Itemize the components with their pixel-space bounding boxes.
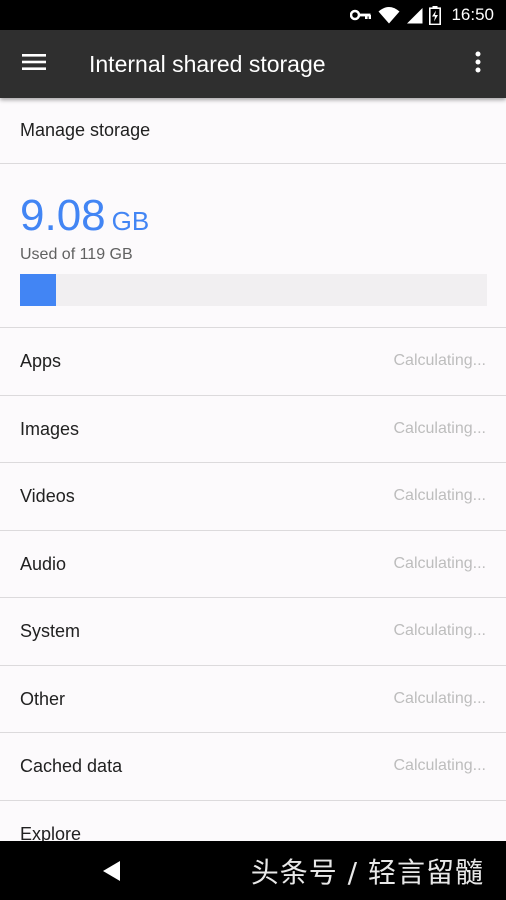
back-button[interactable] <box>100 859 124 883</box>
wifi-icon <box>378 6 400 24</box>
page-title: Internal shared storage <box>89 51 326 77</box>
category-label: Cached data <box>20 756 123 776</box>
used-amount: 9.08 GB <box>20 192 149 245</box>
category-status: Calculating... <box>393 622 487 639</box>
category-label: System <box>20 621 81 641</box>
status-bar: 16:50 <box>0 0 506 30</box>
category-videos[interactable]: Videos Calculating... <box>0 463 506 531</box>
storage-content[interactable]: Manage storage 9.08 GB Used of 119 GB App… <box>0 98 506 841</box>
used-caption: Used of 119 GB <box>20 246 133 263</box>
back-icon <box>100 861 124 887</box>
category-other[interactable]: Other Calculating... <box>0 666 506 733</box>
category-status: Calculating... <box>393 554 487 572</box>
cell-signal-icon <box>406 7 423 24</box>
category-explore[interactable]: Explore <box>0 801 506 842</box>
category-status: Calculating... <box>393 352 487 369</box>
category-apps[interactable]: Apps Calculating... <box>0 328 506 396</box>
watermark: 头条号 / 轻言留髓 <box>250 856 484 889</box>
category-audio[interactable]: Audio Calculating... <box>0 531 506 598</box>
used-unit: GB <box>111 206 150 236</box>
navigation-menu-button[interactable] <box>16 46 52 82</box>
manage-storage-item[interactable]: Manage storage <box>0 98 506 164</box>
category-status: Calculating... <box>393 487 487 504</box>
category-status: Calculating... <box>393 757 487 774</box>
menu-icon <box>22 53 46 76</box>
category-system[interactable]: System Calculating... <box>0 598 506 666</box>
status-clock: 16:50 <box>451 5 494 24</box>
category-label: Videos <box>20 486 75 506</box>
overflow-menu-icon <box>475 51 481 78</box>
used-value: 9.08 <box>20 191 106 240</box>
category-cached-data[interactable]: Cached data Calculating... <box>0 733 506 801</box>
battery-icon <box>429 5 442 25</box>
manage-storage-label: Manage storage <box>20 120 151 140</box>
category-status: Calculating... <box>393 419 487 437</box>
category-label: Images <box>20 418 80 439</box>
storage-summary: 9.08 GB Used of 119 GB <box>0 164 506 328</box>
category-label: Explore <box>20 823 82 842</box>
category-images[interactable]: Images Calculating... <box>0 396 506 463</box>
storage-progress-fill <box>20 274 56 306</box>
navigation-bar: 头条号 / 轻言留髓 <box>0 841 506 900</box>
category-label: Other <box>20 688 66 709</box>
status-icons: 16:50 <box>350 4 494 26</box>
vpn-key-icon <box>350 8 372 22</box>
storage-progress-bar <box>20 274 487 306</box>
app-bar: Internal shared storage <box>0 30 506 98</box>
category-status: Calculating... <box>393 689 487 707</box>
category-label: Audio <box>20 553 67 574</box>
overflow-menu-button[interactable] <box>460 46 496 82</box>
category-label: Apps <box>20 351 62 371</box>
